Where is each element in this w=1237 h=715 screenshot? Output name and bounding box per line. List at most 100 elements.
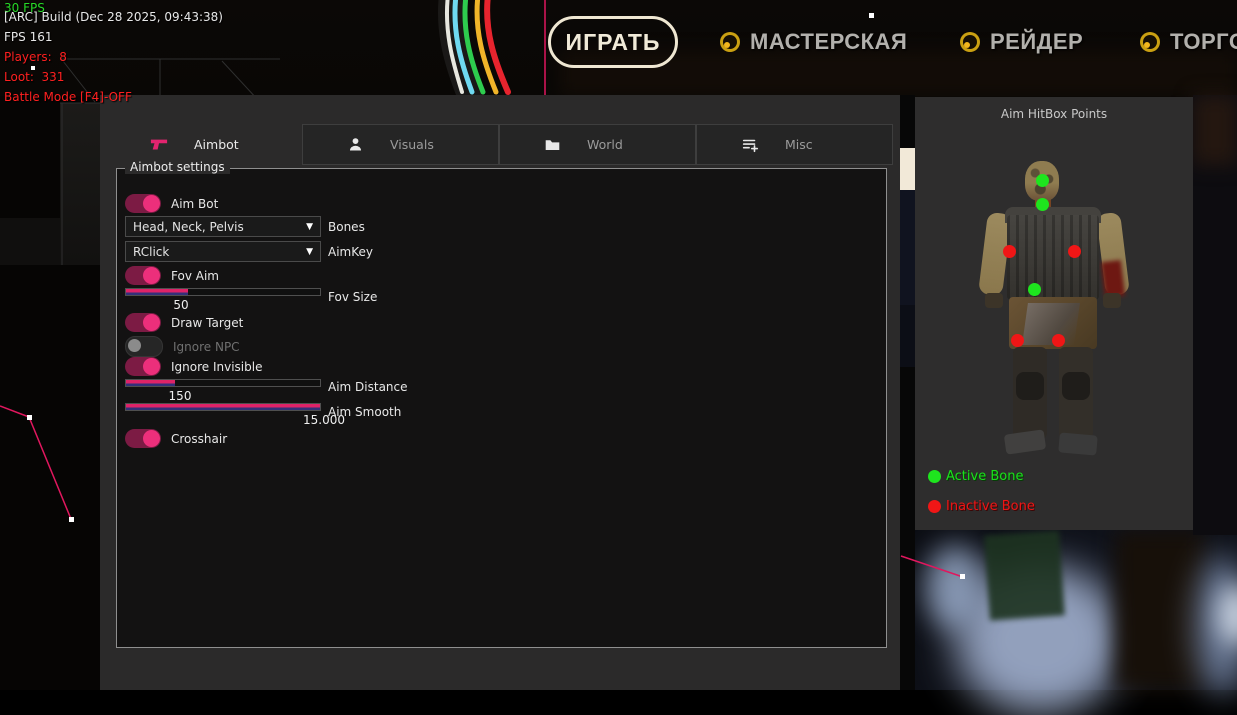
esp-node-dot	[869, 13, 874, 18]
aim-distance-slider[interactable]	[125, 379, 321, 387]
tab-label: World	[587, 137, 623, 152]
slider-fill	[126, 380, 175, 386]
model-metal-plate	[1022, 303, 1080, 345]
aimkey-label: AimKey	[328, 245, 373, 259]
play-button[interactable]: ИГРАТЬ	[548, 16, 678, 68]
hud-fps-counter: FPS 161	[4, 30, 52, 44]
draw-target-label: Draw Target	[171, 316, 243, 330]
aim-distance-value: 150	[160, 389, 200, 403]
aim-bot-toggle[interactable]	[125, 194, 161, 213]
tab-visuals[interactable]: Visuals	[302, 124, 499, 165]
ignore-npc-toggle[interactable]	[125, 336, 163, 357]
crosshair-row: Crosshair	[125, 429, 227, 448]
aim-smooth-slider[interactable]	[125, 403, 321, 411]
menu-item-raider[interactable]: РЕЙДЕР	[960, 29, 1083, 55]
fov-size-label: Fov Size	[328, 290, 377, 304]
folder-icon	[544, 136, 561, 153]
menu-item-label: РЕЙДЕР	[990, 29, 1083, 55]
menu-item-label: ТОРГО	[1170, 29, 1237, 55]
esp-node-dot	[69, 517, 74, 522]
ignore-invisible-toggle[interactable]	[125, 357, 161, 376]
coin-icon	[720, 32, 740, 52]
model-left-boot	[1004, 429, 1046, 454]
model-left-hand	[985, 293, 1003, 308]
aim-distance-label: Aim Distance	[328, 380, 408, 394]
model-right-hand	[1103, 293, 1121, 308]
fov-aim-row: Fov Aim	[125, 266, 219, 285]
player-model	[985, 157, 1125, 457]
toggle-knob	[143, 267, 160, 284]
hitbox-dot-head	[1036, 174, 1049, 187]
aimkey-dropdown-value: RClick	[133, 245, 169, 259]
tab-label: Misc	[785, 137, 813, 152]
tab-aimbot[interactable]: Aimbot	[106, 124, 302, 165]
menu-item-workshop[interactable]: МАСТЕРСКАЯ	[720, 29, 907, 55]
hud-battle-mode: Battle Mode [F4]-OFF	[4, 90, 132, 104]
hitbox-dot-right-arm	[1068, 245, 1081, 258]
fov-aim-toggle[interactable]	[125, 266, 161, 285]
tab-misc[interactable]: Misc	[696, 124, 893, 165]
tab-label: Visuals	[390, 137, 434, 152]
legend-active-label: Active Bone	[946, 469, 1023, 484]
slider-fill	[126, 289, 188, 295]
fov-size-value: 50	[161, 298, 201, 312]
hitbox-dot-right-thigh	[1052, 334, 1065, 347]
model-left-kneepad	[1016, 372, 1044, 400]
pistol-icon	[150, 136, 168, 154]
aim-smooth-label: Aim Smooth	[328, 405, 401, 419]
bones-dropdown-value: Head, Neck, Pelvis	[133, 220, 244, 234]
menu-item-label: МАСТЕРСКАЯ	[750, 29, 907, 55]
hitbox-panel-title: Aim HitBox Points	[915, 107, 1193, 121]
model-torso	[1007, 215, 1099, 300]
slider-fill	[126, 404, 320, 410]
tab-world[interactable]: World	[499, 124, 696, 165]
legend-active-dot	[928, 470, 941, 483]
coin-icon	[1140, 32, 1160, 52]
coin-icon	[960, 32, 980, 52]
fov-aim-label: Fov Aim	[171, 269, 219, 283]
hud-loot-count: Loot: 331	[4, 70, 64, 84]
bones-dropdown[interactable]: Head, Neck, Pelvis ▼	[125, 216, 321, 237]
crosshair-label: Crosshair	[171, 432, 227, 446]
game-screen: { "hud": { "fps_short": "30 FPS", "build…	[0, 0, 1237, 690]
hitbox-dot-pelvis	[1028, 283, 1041, 296]
ignore-invisible-row: Ignore Invisible	[125, 357, 262, 376]
hitbox-dot-neck	[1036, 198, 1049, 211]
aimbot-settings-group: Aimbot settings Aim Bot Head, Neck, Pelv…	[116, 168, 887, 648]
aim-bot-label: Aim Bot	[171, 197, 218, 211]
hud-players-count: Players: 8	[4, 50, 67, 64]
dropdown-caret-icon: ▼	[306, 222, 313, 232]
ignore-npc-row: Ignore NPC	[125, 336, 240, 357]
aimkey-dropdown[interactable]: RClick ▼	[125, 241, 321, 262]
fov-size-slider[interactable]	[125, 288, 321, 296]
legend-inactive-label: Inactive Bone	[946, 499, 1035, 514]
tab-label: Aimbot	[194, 137, 239, 152]
legend-inactive-dot	[928, 500, 941, 513]
bones-label: Bones	[328, 220, 365, 234]
model-right-boot	[1058, 432, 1098, 455]
aim-bot-row: Aim Bot	[125, 194, 218, 213]
ignore-npc-label: Ignore NPC	[173, 340, 240, 354]
esp-node-dot	[960, 574, 965, 579]
draw-target-row: Draw Target	[125, 313, 243, 332]
crosshair-toggle[interactable]	[125, 429, 161, 448]
toggle-knob	[128, 339, 141, 352]
group-title: Aimbot settings	[125, 160, 230, 174]
cheat-menu-panel: Aimbot Visuals World Misc Aimbot setting…	[100, 95, 900, 690]
ignore-invisible-label: Ignore Invisible	[171, 360, 262, 374]
hud-build-info: [ARC] Build (Dec 28 2025, 09:43:38)	[4, 10, 223, 24]
person-icon	[347, 136, 364, 153]
menu-item-trade[interactable]: ТОРГО	[1140, 29, 1237, 55]
model-right-kneepad	[1062, 372, 1090, 400]
toggle-knob	[143, 195, 160, 212]
toggle-knob	[143, 430, 160, 447]
toggle-knob	[143, 314, 160, 331]
hitbox-dot-left-arm	[1003, 245, 1016, 258]
esp-node-dot	[27, 415, 32, 420]
playlist-add-icon	[741, 136, 759, 154]
dropdown-caret-icon: ▼	[306, 247, 313, 257]
draw-target-toggle[interactable]	[125, 313, 161, 332]
toggle-knob	[143, 358, 160, 375]
hitbox-dot-left-thigh	[1011, 334, 1024, 347]
aim-hitbox-panel: Aim HitBox Points Active Bone Inactive B…	[915, 97, 1193, 530]
